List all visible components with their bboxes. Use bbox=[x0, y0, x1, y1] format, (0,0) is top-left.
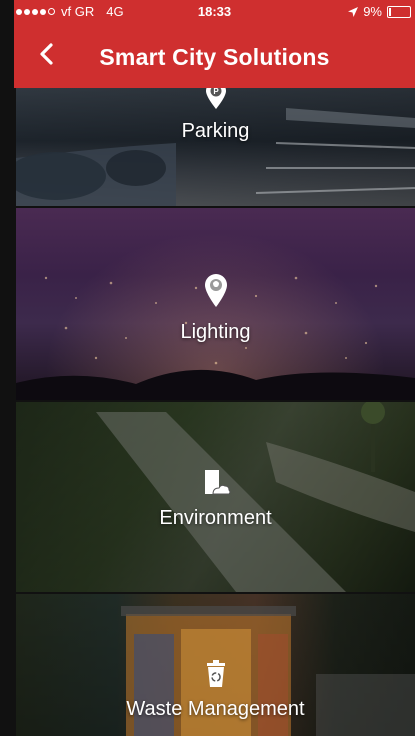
nav-bar: Smart City Solutions bbox=[14, 22, 415, 88]
svg-text:P: P bbox=[213, 88, 219, 96]
tile-label-parking: Parking bbox=[181, 120, 250, 142]
battery-percent: 9% bbox=[363, 4, 382, 19]
tile-label-environment: Environment bbox=[159, 507, 272, 529]
tile-label-lighting: Lighting bbox=[180, 321, 251, 343]
environment-icon bbox=[204, 470, 230, 495]
parking-pin-icon: P bbox=[205, 88, 226, 109]
status-right: 9% bbox=[348, 4, 411, 19]
tile-lighting[interactable]: Lighting bbox=[16, 208, 415, 400]
battery-icon bbox=[387, 5, 411, 18]
page-title: Smart City Solutions bbox=[99, 44, 330, 70]
tile-waste-management[interactable]: Waste Management bbox=[16, 594, 415, 736]
tile-parking[interactable]: P Parking bbox=[16, 88, 415, 206]
location-arrow-icon bbox=[348, 6, 359, 17]
recycle-bin-icon bbox=[206, 660, 225, 687]
tile-environment[interactable]: Environment bbox=[16, 402, 415, 592]
status-bar: vf GR 4G 18:33 9% bbox=[14, 0, 415, 22]
tile-label-waste-management: Waste Management bbox=[126, 698, 305, 720]
light-bulb-pin-icon bbox=[204, 274, 227, 307]
